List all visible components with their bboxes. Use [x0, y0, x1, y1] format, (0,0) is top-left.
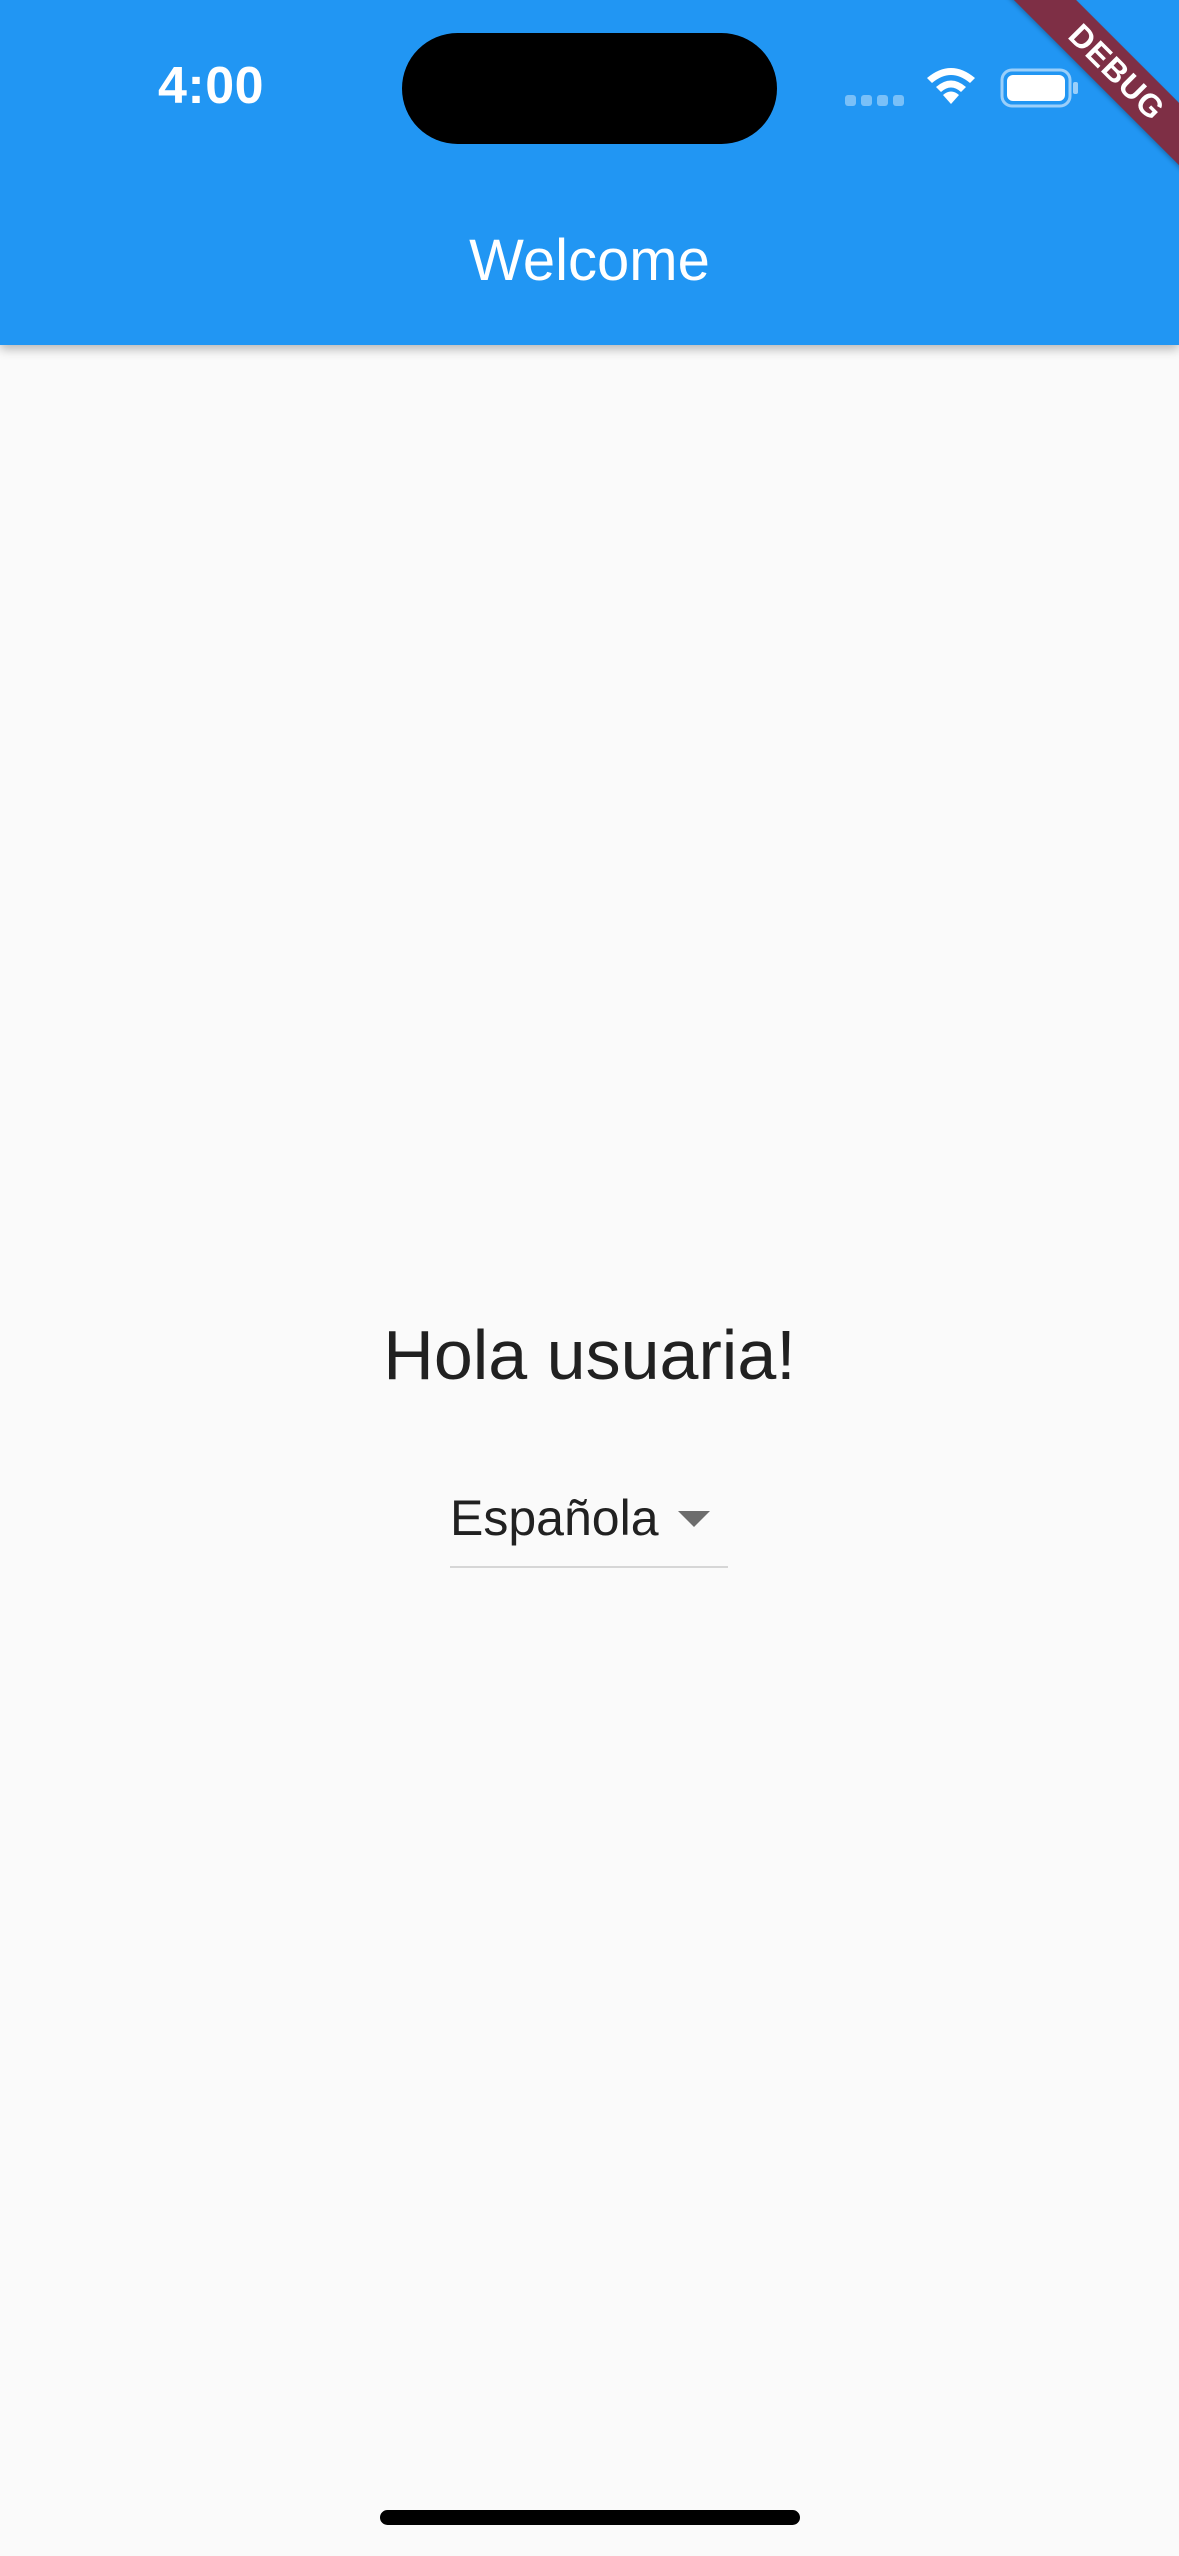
- home-indicator[interactable]: [380, 2510, 800, 2525]
- status-bar-time: 4:00: [158, 57, 265, 115]
- battery-icon: [1000, 68, 1078, 108]
- app-screen: 4:00 Welcome DEBUG Hola usuaria! Español…: [0, 0, 1179, 2556]
- dynamic-island: [402, 33, 777, 144]
- language-dropdown[interactable]: Española: [450, 1478, 728, 1568]
- app-bar: 4:00 Welcome: [0, 0, 1179, 345]
- dropdown-arrow-icon: [678, 1511, 710, 1527]
- page-title: Welcome: [469, 228, 710, 293]
- cellular-signal-icon: [845, 95, 905, 107]
- wifi-icon: [927, 68, 975, 104]
- greeting-text: Hola usuaria!: [383, 1316, 796, 1394]
- language-dropdown-value: Española: [450, 1490, 659, 1546]
